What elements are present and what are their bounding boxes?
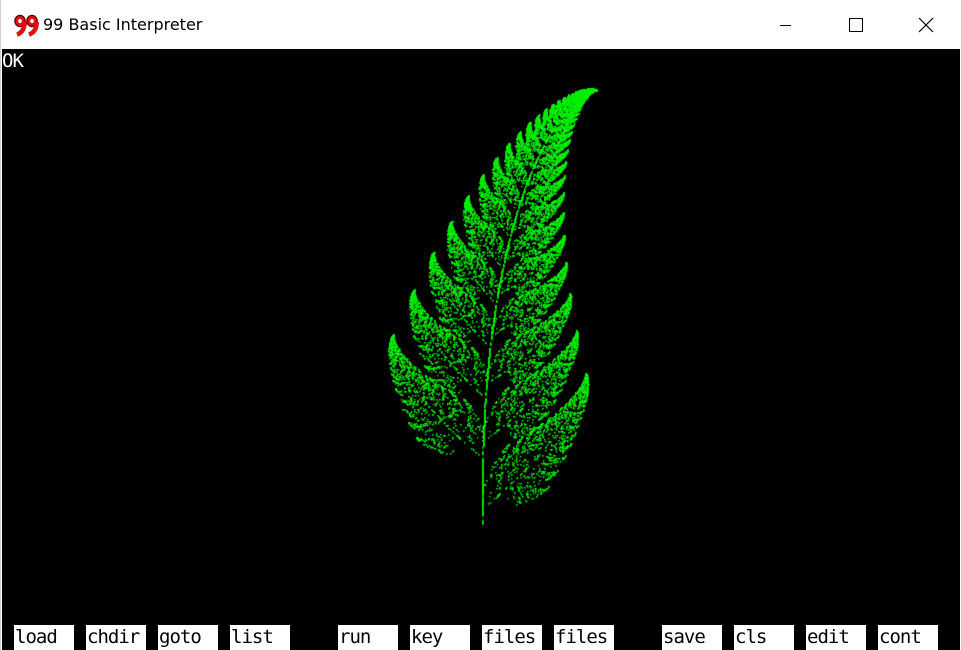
window-title: 99 Basic Interpreter <box>43 15 203 34</box>
function-key-9[interactable]: save <box>662 625 722 650</box>
maximize-button[interactable] <box>821 0 891 49</box>
function-key-5[interactable]: run <box>338 625 398 650</box>
minimize-button[interactable] <box>751 0 821 49</box>
function-key-12[interactable]: cont <box>878 625 938 650</box>
function-key-10[interactable]: cls <box>734 625 794 650</box>
function-key-1[interactable]: load <box>14 625 74 650</box>
function-key-3[interactable]: goto <box>158 625 218 650</box>
close-button[interactable] <box>891 0 961 49</box>
app-99-icon[interactable] <box>13 13 39 37</box>
status-output: OK <box>2 50 24 72</box>
close-icon <box>918 17 934 32</box>
minimize-icon <box>780 24 791 26</box>
fern-graphic <box>2 49 960 650</box>
function-key-2[interactable]: chdir <box>86 625 146 650</box>
basic-screen[interactable]: OK load chdir goto list run key files files save… <box>2 49 960 650</box>
function-key-11[interactable]: edit <box>806 625 866 650</box>
function-key-7[interactable]: files <box>482 625 542 650</box>
function-key-6[interactable]: key <box>410 625 470 650</box>
function-key-8[interactable]: files <box>554 625 614 650</box>
function-key-4[interactable]: list <box>230 625 290 650</box>
interpreter-window: 99 Basic Interpreter OK load chdir goto lis… <box>0 0 962 650</box>
title-bar[interactable]: 99 Basic Interpreter <box>1 0 961 49</box>
maximize-icon <box>849 17 863 32</box>
